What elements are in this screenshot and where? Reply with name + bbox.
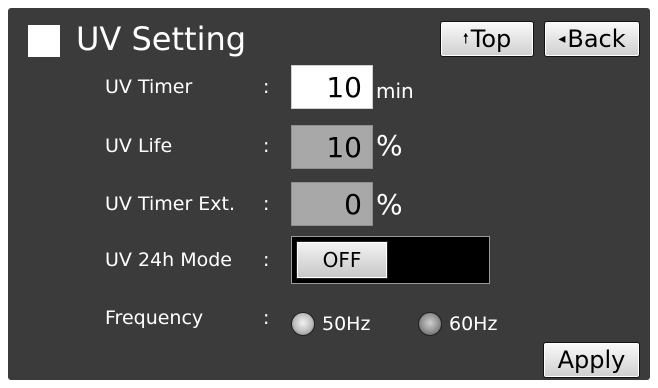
top-button[interactable]: 🠕 Top [440,21,534,57]
radio-unselected-icon [418,312,442,336]
frequency-60hz-label: 60Hz [449,313,498,335]
back-button[interactable]: ◂ Back [544,21,640,57]
uv-24h-mode-state: OFF [296,241,388,279]
uv-setting-screen: UV Setting 🠕 Top ◂ Back UV Timer : 10 mi… [8,8,650,380]
radio-selected-icon [291,312,315,336]
uv-life-label: UV Life [105,135,173,157]
uv-life-value: 10 [291,125,373,169]
up-arrow-icon: 🠕 [462,31,469,47]
frequency-50hz-label: 50Hz [322,313,371,335]
uv-timer-ext-unit: % [376,188,403,221]
uv-timer-ext-colon: : [263,193,270,215]
left-triangle-icon: ◂ [558,31,566,47]
uv-timer-field[interactable]: 10 [291,65,373,109]
uv-24h-mode-label: UV 24h Mode [105,249,232,271]
uv-timer-colon: : [263,76,270,98]
apply-button[interactable]: Apply [543,342,640,378]
uv-life-unit: % [376,129,403,162]
uv-timer-label: UV Timer [105,76,193,98]
page-title: UV Setting [76,20,247,58]
back-button-label: Back [567,25,626,53]
uv-timer-ext-value: 0 [291,182,373,226]
top-button-label: Top [470,25,512,53]
frequency-colon: : [263,307,270,329]
uv-24h-mode-colon: : [263,249,270,271]
uv-timer-ext-label: UV Timer Ext. [105,193,236,215]
title-square-icon [28,25,60,57]
frequency-50hz-radio[interactable]: 50Hz [291,309,370,339]
uv-timer-unit: min [376,79,414,103]
uv-24h-mode-toggle[interactable]: OFF [291,236,490,284]
frequency-60hz-radio[interactable]: 60Hz [418,309,497,339]
frequency-label: Frequency [105,307,204,329]
uv-life-colon: : [263,135,270,157]
